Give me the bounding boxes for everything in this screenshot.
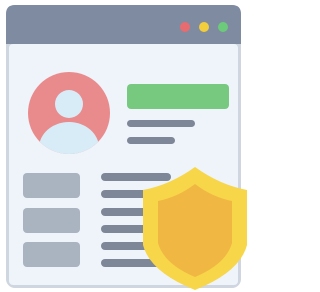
profile-text-line-2 (127, 137, 175, 144)
field-line-1 (101, 173, 171, 181)
window-dot-green (218, 22, 228, 32)
field-box-3 (23, 242, 80, 267)
profile-window-shield-illustration (6, 5, 247, 290)
field-box-2 (23, 208, 80, 233)
profile-name-bar (127, 84, 229, 109)
profile-text-line-1 (127, 120, 195, 127)
field-box-1 (23, 173, 80, 198)
window-dot-yellow (199, 22, 209, 32)
window-dot-red (180, 22, 190, 32)
